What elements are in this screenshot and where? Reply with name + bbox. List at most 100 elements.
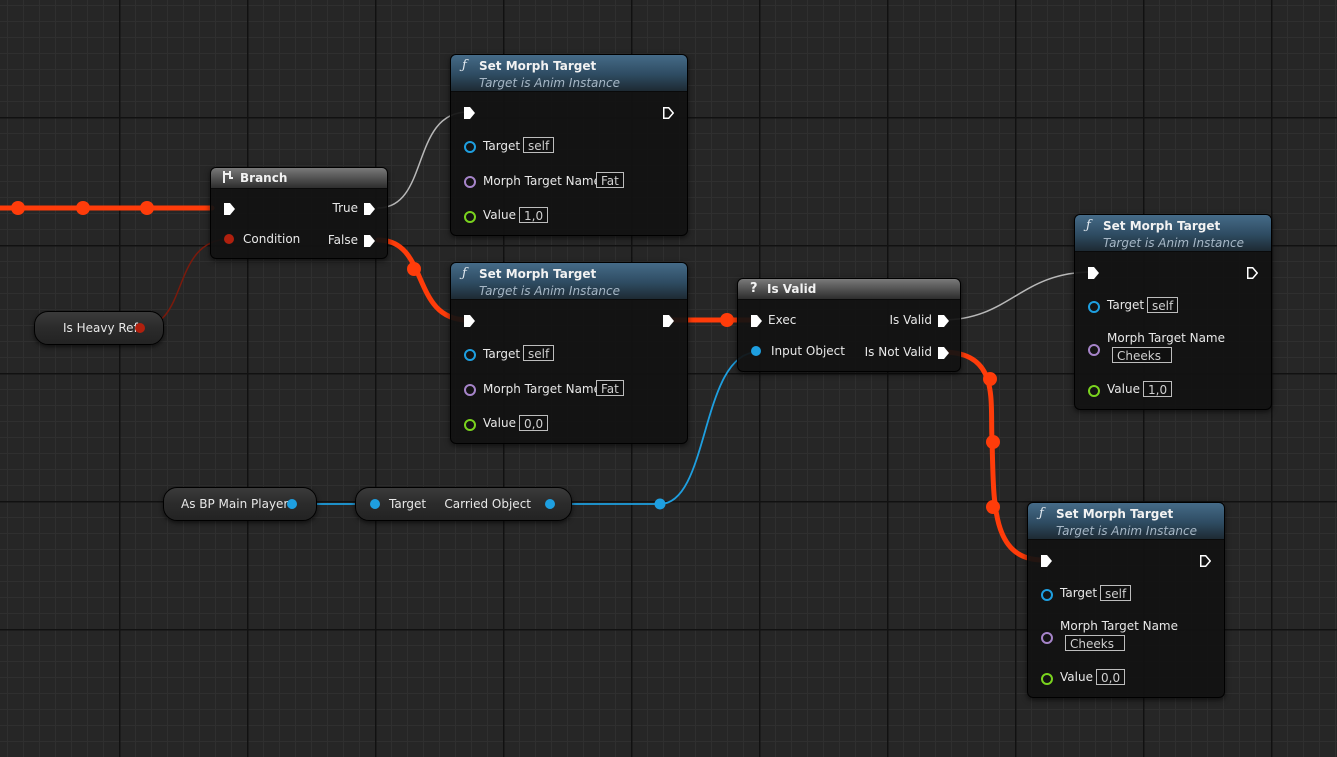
- node-subtitle: Target is Anim Instance: [479, 76, 620, 90]
- value-input[interactable]: 1,0: [519, 207, 549, 223]
- target-input[interactable]: self: [1147, 297, 1179, 313]
- is-not-valid-label: Is Not Valid: [864, 345, 932, 359]
- set-morph-target-node[interactable]: ƒ Set Morph Target Target is Anim Instan…: [1027, 502, 1225, 698]
- reroute-knot[interactable]: [986, 435, 1000, 449]
- reroute-knot[interactable]: [720, 313, 734, 327]
- reroute-knot[interactable]: [407, 262, 421, 276]
- target-input[interactable]: self: [523, 137, 555, 153]
- target-pin[interactable]: [464, 141, 476, 153]
- target-label: Target: [483, 139, 521, 153]
- value-pin[interactable]: [464, 419, 476, 431]
- carried-object-label: Carried Object: [444, 497, 531, 511]
- node-title: Set Morph Target: [1056, 507, 1174, 521]
- target-label: Target: [389, 497, 427, 511]
- reroute-knot[interactable]: [11, 201, 25, 215]
- target-pin[interactable]: [1041, 589, 1053, 601]
- variable-label: Is Heavy Ref: [63, 321, 138, 335]
- node-subtitle: Target is Anim Instance: [1103, 236, 1244, 250]
- condition-pin[interactable]: [224, 234, 234, 244]
- function-icon: ƒ: [462, 58, 467, 73]
- false-label: False: [327, 233, 358, 247]
- value-label: Value: [483, 416, 516, 430]
- exec-output-pin[interactable]: [1200, 555, 1211, 567]
- node-header[interactable]: [211, 168, 387, 189]
- carried-object-node[interactable]: Target Carried Object: [355, 487, 572, 521]
- exec-input-pin[interactable]: [1041, 555, 1052, 567]
- variable-label: As BP Main Player: [181, 497, 289, 511]
- morph-name-pin[interactable]: [1088, 344, 1100, 356]
- set-morph-target-node[interactable]: ƒ Set Morph Target Target is Anim Instan…: [1074, 214, 1272, 410]
- node-title: Branch: [240, 171, 288, 185]
- reroute-knot[interactable]: [76, 201, 90, 215]
- morph-name-label: Morph Target Name: [483, 174, 602, 188]
- node-title: Is Valid: [767, 282, 817, 296]
- true-label: True: [332, 201, 359, 215]
- object-output-pin[interactable]: [545, 499, 555, 509]
- true-exec-pin[interactable]: [364, 203, 375, 215]
- morph-name-input[interactable]: Cheeks: [1112, 347, 1172, 363]
- exec-output-pin[interactable]: [663, 107, 674, 119]
- set-morph-target-node[interactable]: ƒ Set Morph Target Target is Anim Instan…: [450, 54, 688, 236]
- exec-input-pin[interactable]: [464, 107, 475, 119]
- target-label: Target: [1107, 298, 1145, 312]
- exec-input-pin[interactable]: [224, 203, 235, 215]
- target-pin[interactable]: [1088, 301, 1100, 313]
- reroute-knot[interactable]: [654, 498, 666, 510]
- node-title: Set Morph Target: [479, 267, 597, 281]
- target-input[interactable]: self: [523, 345, 555, 361]
- bool-output-pin[interactable]: [135, 323, 145, 333]
- is-valid-node[interactable]: ? Is Valid Exec Is Valid Input Object Is…: [737, 278, 961, 372]
- exec-label: Exec: [768, 313, 797, 327]
- function-icon: ƒ: [1086, 218, 1091, 233]
- exec-input-pin[interactable]: [751, 315, 762, 327]
- is-heavy-ref-node[interactable]: Is Heavy Ref: [34, 311, 164, 345]
- reroute-knot[interactable]: [983, 372, 997, 386]
- reroute-knot[interactable]: [986, 500, 1000, 514]
- function-icon: ƒ: [462, 266, 467, 281]
- is-valid-label: Is Valid: [889, 313, 932, 327]
- value-label: Value: [483, 208, 516, 222]
- exec-input-pin[interactable]: [1088, 267, 1099, 279]
- morph-name-label: Morph Target Name: [1107, 331, 1226, 345]
- morph-name-pin[interactable]: [464, 176, 476, 188]
- is-valid-exec-pin[interactable]: [938, 315, 949, 327]
- node-subtitle: Target is Anim Instance: [1056, 524, 1197, 538]
- target-input-pin[interactable]: [370, 499, 380, 509]
- input-object-pin[interactable]: [751, 346, 761, 356]
- value-label: Value: [1107, 382, 1140, 396]
- is-not-valid-exec-pin[interactable]: [938, 347, 949, 359]
- value-input[interactable]: 0,0: [1096, 669, 1126, 685]
- condition-label: Condition: [243, 232, 301, 246]
- target-pin[interactable]: [464, 349, 476, 361]
- exec-output-pin[interactable]: [1247, 267, 1258, 279]
- function-icon: ƒ: [1039, 506, 1044, 521]
- morph-name-pin[interactable]: [1041, 632, 1053, 644]
- target-input[interactable]: self: [1100, 585, 1132, 601]
- node-subtitle: Target is Anim Instance: [479, 284, 620, 298]
- branch-icon: [221, 170, 235, 188]
- input-object-label: Input Object: [771, 344, 845, 358]
- set-morph-target-node[interactable]: ƒ Set Morph Target Target is Anim Instan…: [450, 262, 688, 444]
- target-label: Target: [1060, 586, 1098, 600]
- branch-node[interactable]: Branch True Condition False: [210, 167, 388, 259]
- as-bp-main-player-node[interactable]: As BP Main Player: [163, 487, 317, 521]
- morph-name-pin[interactable]: [464, 384, 476, 396]
- morph-name-input[interactable]: Fat: [596, 380, 624, 396]
- morph-name-input[interactable]: Fat: [596, 172, 624, 188]
- value-label: Value: [1060, 670, 1093, 684]
- value-pin[interactable]: [1041, 673, 1053, 685]
- false-exec-pin[interactable]: [364, 235, 375, 247]
- morph-name-input[interactable]: Cheeks: [1065, 635, 1125, 651]
- value-input[interactable]: 0,0: [519, 415, 549, 431]
- value-pin[interactable]: [464, 211, 476, 223]
- value-input[interactable]: 1,0: [1143, 381, 1173, 397]
- object-output-pin[interactable]: [287, 499, 297, 509]
- exec-wire-isvalid[interactable]: [941, 271, 1093, 321]
- node-title: Set Morph Target: [1103, 219, 1221, 233]
- value-pin[interactable]: [1088, 385, 1100, 397]
- morph-name-label: Morph Target Name: [1060, 619, 1179, 633]
- exec-input-pin[interactable]: [464, 315, 475, 327]
- exec-output-pin[interactable]: [663, 315, 674, 327]
- question-icon: ?: [750, 281, 758, 296]
- reroute-knot[interactable]: [140, 201, 154, 215]
